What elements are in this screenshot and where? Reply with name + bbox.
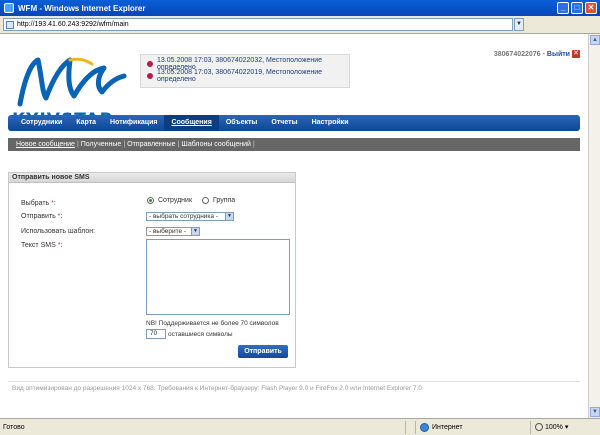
template-select-value: - выберите - (149, 228, 187, 235)
notification-item[interactable]: 13.05.2008 17:03, 380674022019, Местопол… (147, 69, 343, 83)
nav-item-notification[interactable]: Нотификация (103, 115, 164, 131)
nav-item-reports[interactable]: Отчеты (264, 115, 304, 131)
status-bar: Готово Интернет 100% ▾ (0, 418, 600, 435)
label-colon: : (53, 200, 56, 207)
url-text: http://193.41.60.243:9292/wfm/main (17, 21, 129, 28)
subnav-separator: | (252, 141, 255, 148)
subnav-new-message[interactable]: Новое сообщение (16, 141, 75, 148)
zone-label: Интернет (432, 423, 463, 431)
main-nav: Сотрудники Карта Нотификация Сообщения О… (8, 115, 580, 131)
label-colon: : (60, 242, 63, 249)
subnav-sent[interactable]: Отправленные (127, 141, 175, 148)
chevron-down-icon: ▼ (225, 213, 233, 220)
template-select[interactable]: - выберите - ▼ (146, 227, 200, 236)
subnav-separator: | (123, 141, 126, 148)
char-limit-hint: NB! Поддерживается не более 70 символов (146, 320, 279, 327)
footer-divider (8, 381, 580, 382)
scroll-down-icon[interactable]: ▼ (590, 407, 600, 417)
nav-item-map[interactable]: Карта (69, 115, 103, 131)
notifications-panel: 13.05.2008 17:03, 380674022032, Местопол… (140, 54, 350, 88)
employee-select[interactable]: - выбрать сотрудника - ▼ (146, 212, 234, 221)
employee-select-value: - выбрать сотрудника - (149, 213, 219, 220)
nav-item-messages[interactable]: Сообщения (164, 115, 219, 131)
scroll-up-icon[interactable]: ▲ (590, 35, 600, 45)
alert-dot-icon (147, 61, 153, 67)
nav-item-settings[interactable]: Настройки (305, 115, 356, 131)
send-to-label-text: Отправить (21, 213, 56, 220)
page-icon (6, 20, 14, 29)
status-text: Готово (3, 423, 25, 431)
vertical-scrollbar[interactable]: ▲ ▼ (588, 34, 600, 418)
status-divider (405, 420, 415, 434)
user-phone: 380674022076 (493, 50, 541, 58)
radio-employee-label[interactable]: Сотрудник (158, 197, 192, 204)
zoom-control[interactable]: 100% ▾ (530, 420, 569, 434)
radio-group[interactable] (202, 197, 210, 204)
page-viewport: KYIVSTAR 13.05.2008 17:03, 380674022032,… (0, 34, 588, 418)
close-window-button[interactable]: ✕ (585, 2, 597, 14)
user-area: 380674022076 - Выйти ✕ (494, 50, 580, 58)
chevron-down-icon: ▾ (564, 424, 569, 431)
send-to-label: Отправить *: (21, 213, 62, 220)
send-button[interactable]: Отправить (238, 345, 288, 358)
send-sms-panel: Отправить новое SMS Выбрать *: Сотрудник… (8, 172, 296, 368)
label-colon: : (60, 213, 63, 220)
window-controls: _ □ ✕ (557, 2, 597, 14)
template-label: Использовать шаблон: (21, 228, 96, 235)
logo-swoosh-icon (17, 57, 127, 107)
minimize-button[interactable]: _ (557, 2, 569, 14)
globe-icon (420, 422, 429, 432)
radio-employee[interactable] (147, 197, 154, 204)
sub-nav: Новое сообщение | Полученные | Отправлен… (8, 138, 580, 151)
recipient-type-radios: Сотрудник Группа (147, 197, 235, 204)
subnav-separator: | (177, 141, 180, 148)
nav-item-objects[interactable]: Объекты (219, 115, 265, 131)
url-input[interactable]: http://193.41.60.243:9292/wfm/main (3, 18, 513, 31)
subnav-received[interactable]: Полученные (81, 141, 122, 148)
sms-text-area[interactable] (146, 239, 290, 315)
address-bar: http://193.41.60.243:9292/wfm/main ▼ (0, 16, 600, 34)
radio-group-label[interactable]: Группа (213, 197, 235, 204)
nav-item-employees[interactable]: Сотрудники (14, 115, 69, 131)
security-zone[interactable]: Интернет (415, 420, 530, 434)
sms-text-label-text: Текст SMS (21, 242, 56, 249)
notification-text: 13.05.2008 17:03, 380674022019, Местопол… (157, 69, 323, 83)
user-separator: - (542, 50, 545, 58)
zoom-level: 100% (545, 423, 563, 431)
chars-remaining-label: оставшиеся символы (168, 331, 233, 338)
subnav-templates[interactable]: Шаблоны сообщений (181, 141, 251, 148)
logout-link[interactable]: Выйти (547, 51, 570, 58)
maximize-button[interactable]: □ (571, 2, 583, 14)
alert-dot-icon (147, 73, 153, 79)
zoom-icon (535, 423, 543, 431)
panel-title: Отправить новое SMS (9, 173, 295, 183)
chars-remaining-field: 70 (146, 329, 166, 339)
sms-text-label: Текст SMS *: (21, 242, 62, 249)
chevron-down-icon: ▼ (191, 228, 199, 235)
window-title-bar: WFM - Windows Internet Explorer _ □ ✕ (0, 0, 600, 16)
subnav-separator: | (76, 141, 79, 148)
window-title: WFM - Windows Internet Explorer (18, 3, 146, 13)
select-label: Выбрать *: (21, 200, 56, 207)
footer-note: Вид оптимизирован до разрешения 1024 х 7… (12, 385, 422, 392)
address-dropdown-button[interactable]: ▼ (514, 18, 524, 31)
close-icon[interactable]: ✕ (572, 50, 580, 58)
ie-app-icon (4, 3, 14, 13)
select-label-text: Выбрать (21, 200, 50, 207)
